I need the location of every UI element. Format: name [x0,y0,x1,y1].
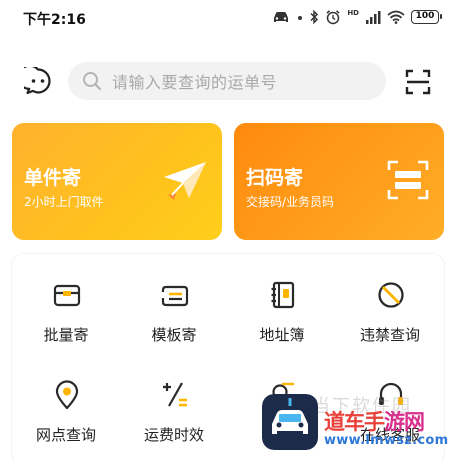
scan-icon[interactable] [404,68,432,96]
car-icon [274,12,289,22]
scan-send-card[interactable]: 扫码寄 交接码/业务员码 [234,123,444,240]
dot-icon [298,16,303,20]
network-label: HD [347,9,359,17]
box-icon [53,284,81,307]
qr-scan-icon [387,160,429,200]
prohibited-icon [378,282,404,308]
watermark-brand: 道车手游网 [324,406,425,436]
wifi-icon [387,10,405,24]
template-icon [161,285,189,307]
top-bar: 请输入要查询的运单号 [0,56,451,106]
service-prohibited-query[interactable]: 违禁查询 [336,254,444,354]
single-send-card[interactable]: 单件寄 2小时上门取件 [12,123,222,240]
status-bar: 下午2:16 HD 100 [0,0,451,34]
service-label: 地址簿 [259,326,305,344]
service-label: 模板寄 [151,326,197,344]
service-template-send[interactable]: 模板寄 [120,254,228,354]
search-placeholder: 请输入要查询的运单号 [112,73,278,92]
status-time: 下午2:16 [23,12,86,28]
watermark-logo [262,394,318,450]
service-label: 违禁查询 [359,326,420,344]
signal-icon [366,11,381,24]
location-pin-icon [55,380,79,410]
chat-icon[interactable] [24,67,52,95]
watermark-brand-b: 游网 [384,410,425,434]
search-input[interactable]: 请输入要查询的运单号 [68,62,386,100]
watermark-brand-a: 道车手 [324,410,385,434]
status-icons: HD 100 [271,8,442,26]
service-freight-time[interactable]: 运费时效 [120,354,228,454]
scan-send-subtitle: 交接码/业务员码 [246,195,335,209]
single-send-title: 单件寄 [24,167,82,189]
search-icon [83,72,102,91]
watermark-url: www.lmwsz.com [324,433,449,448]
paper-plane-icon [164,162,206,200]
service-outlet-query[interactable]: 网点查询 [12,354,120,454]
calculator-icon [163,382,187,407]
watermark: 当下软件园 道车手游网 www.lmwsz.com [262,392,451,460]
service-address-book[interactable]: 地址簿 [228,254,336,354]
service-batch-send[interactable]: 批量寄 [12,254,120,354]
battery-indicator: 100 [411,10,442,24]
address-book-icon [271,281,295,309]
single-send-subtitle: 2小时上门取件 [24,195,104,209]
alarm-icon [326,10,340,25]
scan-send-title: 扫码寄 [246,167,304,189]
service-label: 运费时效 [143,426,204,444]
bluetooth-icon [310,9,319,25]
service-label: 网点查询 [35,426,96,444]
service-label: 批量寄 [43,326,89,344]
